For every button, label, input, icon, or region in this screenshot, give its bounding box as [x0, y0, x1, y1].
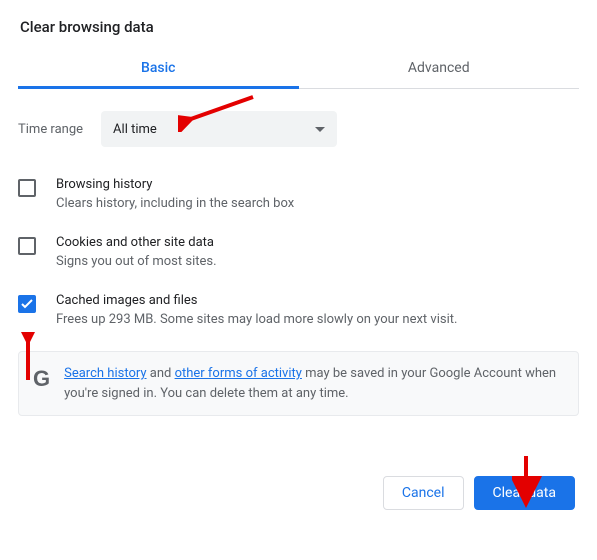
option-name: Cookies and other site data — [56, 235, 217, 250]
tab-bar: Basic Advanced — [18, 50, 579, 89]
clear-data-button[interactable]: Clear data — [474, 476, 575, 510]
checkbox-browsing-history[interactable] — [18, 179, 36, 197]
notice-text: Search history and other forms of activi… — [64, 364, 564, 403]
option-cached: Cached images and files Frees up 293 MB.… — [18, 293, 579, 327]
timerange-select[interactable]: All time — [101, 111, 337, 147]
signed-in-notice: G Search history and other forms of acti… — [18, 351, 579, 416]
option-text: Cached images and files Frees up 293 MB.… — [56, 293, 457, 327]
checkbox-cached[interactable] — [18, 295, 36, 313]
timerange-label: Time range — [18, 122, 83, 137]
link-search-history[interactable]: Search history — [64, 366, 146, 381]
link-other-activity[interactable]: other forms of activity — [175, 366, 302, 381]
option-cookies: Cookies and other site data Signs you ou… — [18, 235, 579, 269]
dialog-buttons: Cancel Clear data — [18, 476, 579, 510]
option-desc: Signs you out of most sites. — [56, 254, 217, 269]
google-logo-icon: G — [33, 368, 50, 390]
checkbox-cookies[interactable] — [18, 237, 36, 255]
option-desc: Frees up 293 MB. Some sites may load mor… — [56, 312, 457, 327]
option-browsing-history: Browsing history Clears history, includi… — [18, 177, 579, 211]
option-desc: Clears history, including in the search … — [56, 196, 294, 211]
options-list: Browsing history Clears history, includi… — [18, 177, 579, 327]
tab-basic[interactable]: Basic — [18, 50, 299, 88]
tab-advanced[interactable]: Advanced — [299, 50, 580, 88]
option-text: Browsing history Clears history, includi… — [56, 177, 294, 211]
option-name: Browsing history — [56, 177, 294, 192]
timerange-value: All time — [113, 122, 157, 137]
check-icon — [21, 299, 33, 309]
cancel-button[interactable]: Cancel — [383, 476, 464, 510]
option-text: Cookies and other site data Signs you ou… — [56, 235, 217, 269]
clear-browsing-data-dialog: Clear browsing data Basic Advanced Time … — [0, 0, 597, 528]
notice-text-part: and — [147, 366, 175, 381]
timerange-row: Time range All time — [18, 111, 579, 147]
chevron-down-icon — [315, 127, 325, 132]
dialog-title: Clear browsing data — [18, 18, 579, 36]
option-name: Cached images and files — [56, 293, 457, 308]
